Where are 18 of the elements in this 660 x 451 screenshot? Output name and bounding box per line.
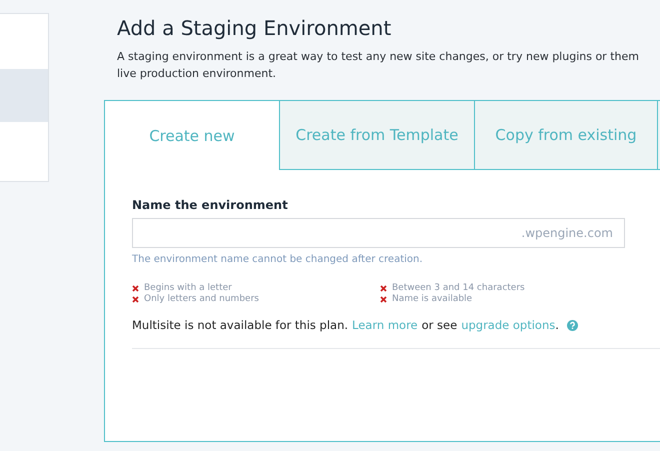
tab[interactable]: Copy from existing: [474, 101, 657, 170]
page-title: Add a Staging Environment: [117, 16, 392, 40]
or-see-text: or see: [422, 318, 458, 332]
page-description: A staging environment is a great way to test any new site changes, or try new plugins or them live production environment.: [117, 49, 640, 82]
validation-rule: Begins with a letter: [144, 283, 232, 293]
multisite-note: Multisite is not available for this plan.: [132, 318, 348, 332]
upgrade-options-link[interactable]: upgrade options: [461, 318, 556, 332]
learn-more-link[interactable]: Learn more: [352, 318, 418, 332]
environment-name-field[interactable]: .wpengine.com: [132, 218, 625, 248]
period-text: .: [555, 318, 559, 332]
field-label: Name the environment: [132, 198, 289, 212]
validation-rule: Only letters and numbers: [144, 294, 259, 304]
tab[interactable]: Create from Template: [279, 101, 474, 170]
help-icon[interactable]: [566, 320, 578, 330]
validation-rule: Between 3 and 14 characters: [392, 283, 525, 293]
field-hint: The environment name cannot be changed after creation.: [132, 254, 424, 265]
domain-suffix: .wpengine.com: [521, 226, 613, 240]
validation-rule: Name is available: [392, 294, 472, 304]
